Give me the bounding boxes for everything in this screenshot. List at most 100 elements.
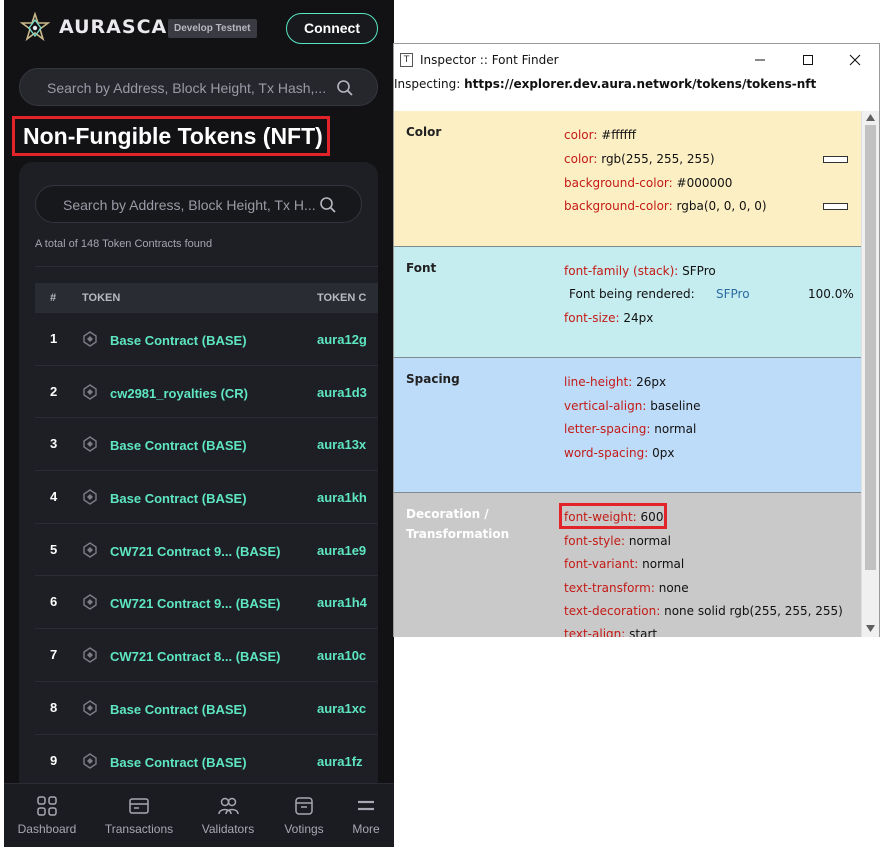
section-decoration: Decoration / Transformation font-weight:… (394, 493, 861, 637)
section-heading-2: Transformation (406, 527, 510, 541)
token-contract-link[interactable]: aura1e9 (317, 543, 378, 558)
prop-key: letter-spacing: (564, 422, 651, 436)
prop-key: line-height: (564, 375, 633, 389)
table-row: 2 cw2981_royalties (CR) aura1d3 (35, 366, 378, 419)
prop-key: color: (564, 128, 598, 142)
prop-bg-rgba: background-color: rgba(0, 0, 0, 0) (564, 199, 767, 213)
prop-key: font-family (stack): (564, 264, 679, 278)
token-contract-link[interactable]: aura1xc (317, 701, 378, 716)
nav-transactions[interactable]: Transactions (98, 784, 180, 847)
prop-value: none (658, 581, 689, 595)
nav-more[interactable]: More (342, 784, 390, 847)
token-contract-link[interactable]: aura1d3 (317, 385, 378, 400)
scrollbar-thumb[interactable] (865, 125, 876, 570)
prop-key: text-align: (564, 627, 626, 637)
prop-value: rgb(255, 255, 255) (601, 152, 715, 166)
total-count-text: A total of 148 Token Contracts found (35, 238, 213, 250)
search-placeholder: Search by Address, Block Height, Tx Hash… (47, 80, 327, 96)
scroll-down-icon[interactable] (866, 625, 875, 632)
prop-key: Font being rendered: (569, 287, 695, 301)
section-heading: Decoration / (406, 507, 489, 521)
token-icon (83, 383, 97, 400)
nav-dashboard[interactable]: Dashboard (4, 784, 90, 847)
prop-line-height: line-height: 26px (564, 375, 666, 389)
column-header-token[interactable]: TOKEN (82, 292, 120, 304)
prop-key: font-variant: (564, 557, 639, 571)
prop-key: color: (564, 152, 598, 166)
row-index: 9 (50, 752, 58, 768)
token-name-link[interactable]: Base Contract (BASE) (110, 438, 247, 453)
nav-validators[interactable]: Validators (192, 784, 264, 847)
token-search-input[interactable]: Search by Address, Block Height, Tx H... (35, 185, 362, 223)
menu-icon (358, 800, 374, 811)
window-titlebar[interactable]: T Inspector :: Font Finder (394, 44, 879, 76)
token-icon (83, 647, 97, 663)
aurascan-logo-icon[interactable] (19, 12, 51, 44)
prop-font-size: font-size: 24px (564, 311, 653, 325)
scroll-up-icon[interactable] (866, 114, 875, 121)
prop-text-transform: text-transform: none (564, 581, 689, 595)
token-name-link[interactable]: CW721 Contract 9... (BASE) (110, 544, 280, 559)
token-name-link[interactable]: Base Contract (BASE) (110, 702, 247, 717)
token-contract-link[interactable]: aura1kh (317, 490, 378, 505)
font-weight-highlight-box (559, 503, 667, 529)
color-swatch (823, 156, 848, 163)
logo-text[interactable]: AURASCAN (59, 16, 184, 38)
nav-label: Votings (284, 822, 324, 836)
nav-votings[interactable]: Votings (272, 784, 336, 847)
grid-icon (37, 796, 57, 816)
prop-key: vertical-align: (564, 399, 647, 413)
token-name-link[interactable]: Base Contract (BASE) (110, 491, 247, 506)
token-icon (83, 541, 97, 558)
minimize-icon[interactable] (750, 50, 770, 70)
inspector-sections: Color color: #ffffff color: rgb(255, 255… (394, 111, 861, 637)
token-name-link[interactable]: Base Contract (BASE) (110, 333, 247, 348)
divider (35, 266, 378, 267)
prop-value: normal (654, 422, 697, 436)
token-contract-link[interactable]: aura10c (317, 648, 378, 663)
table-row: 7 CW721 Contract 8... (BASE) aura10c (35, 629, 378, 682)
prop-font-style: font-style: normal (564, 534, 671, 548)
prop-font-variant: font-variant: normal (564, 557, 684, 571)
search-icon[interactable] (336, 79, 354, 97)
page-title: Non-Fungible Tokens (NFT) (23, 123, 323, 149)
prop-value: none solid rgb(255, 255, 255) (664, 604, 843, 618)
background-swatch (823, 203, 848, 210)
header-search-input[interactable]: Search by Address, Block Height, Tx Hash… (19, 68, 378, 106)
connect-button[interactable]: Connect (286, 13, 378, 44)
prop-value: normal (628, 534, 671, 548)
row-index: 8 (50, 699, 58, 715)
maximize-icon[interactable] (798, 50, 818, 70)
section-heading: Color (406, 125, 442, 139)
table-row: 3 Base Contract (BASE) aura13x (35, 418, 378, 472)
token-contract-link[interactable]: aura1h4 (317, 595, 378, 610)
search-icon[interactable] (319, 196, 337, 214)
row-index: 1 (50, 331, 58, 346)
prop-key: background-color: (564, 176, 673, 190)
rendered-font-name: SFPro (716, 287, 750, 301)
vertical-scrollbar[interactable] (861, 111, 879, 637)
token-icon (83, 331, 97, 347)
prop-text-decoration: text-decoration: none solid rgb(255, 255… (564, 604, 843, 618)
token-name-link[interactable]: CW721 Contract 9... (BASE) (110, 596, 280, 611)
validators-icon (218, 797, 239, 815)
transactions-icon (129, 798, 149, 814)
prop-value: #ffffff (601, 128, 637, 142)
token-contract-link[interactable]: aura13x (317, 437, 378, 452)
votings-icon (295, 797, 313, 815)
section-heading: Spacing (406, 372, 460, 386)
nav-label: Validators (201, 822, 255, 836)
token-name-link[interactable]: cw2981_royalties (CR) (110, 386, 248, 401)
inspecting-url: https://explorer.dev.aura.network/tokens… (464, 77, 817, 91)
token-contract-link[interactable]: aura1fz (317, 754, 378, 769)
token-icon (83, 752, 97, 769)
token-contract-link[interactable]: aura12g (317, 332, 378, 347)
nav-label: More (352, 822, 380, 836)
top-bar: AURASCAN Develop Testnet Connect (4, 0, 394, 58)
table-row: 8 Base Contract (BASE) aura1xc (35, 682, 378, 735)
close-icon[interactable] (845, 50, 865, 70)
token-name-link[interactable]: CW721 Contract 8... (BASE) (110, 649, 280, 664)
token-icon (83, 699, 97, 716)
token-name-link[interactable]: Base Contract (BASE) (110, 755, 247, 770)
column-header-token-contract[interactable]: TOKEN C (317, 292, 366, 304)
